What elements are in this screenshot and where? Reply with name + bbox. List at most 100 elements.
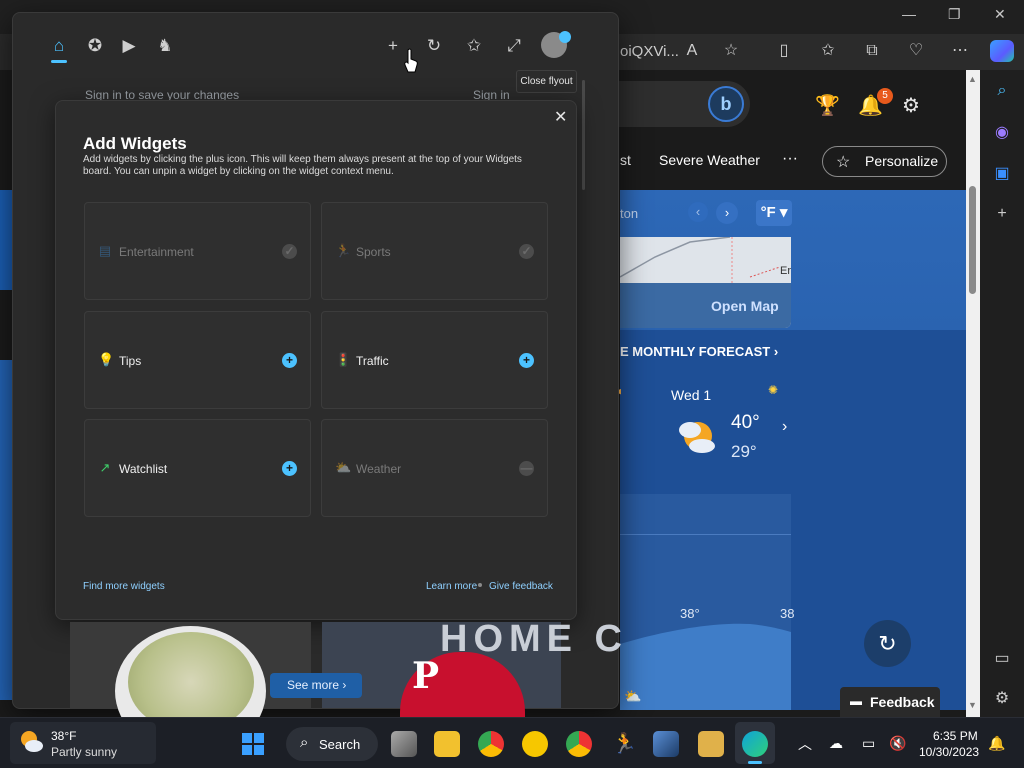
see-more-button[interactable]: See more › (270, 673, 362, 698)
scrollbar-thumb[interactable] (969, 186, 976, 294)
close-icon[interactable]: ✕ (554, 107, 567, 127)
widget-added-button: — (519, 461, 534, 476)
watchlist-icon: ↗ (99, 460, 111, 475)
home-icon[interactable]: ⌂ (48, 36, 70, 56)
find-more-widgets-link[interactable]: Find more widgets (83, 581, 165, 592)
tips-icon: 💡 (98, 352, 115, 367)
read-aloud-icon[interactable]: A (683, 42, 701, 60)
address-bar-url[interactable]: oiQXVi... (620, 43, 679, 60)
chevron-right-icon[interactable]: › (716, 202, 738, 224)
search-icon[interactable]: ⌕ (992, 82, 1012, 102)
widget-added-button: ✓ (282, 244, 297, 259)
nav-item-partial[interactable]: st (620, 152, 631, 168)
performance-icon[interactable]: ♡ (907, 42, 925, 60)
close-window-button[interactable]: ✕ (994, 6, 1006, 23)
split-screen-icon[interactable]: ▯ (775, 42, 793, 60)
virtualbox-icon[interactable] (653, 731, 679, 757)
flyout-scrollbar[interactable] (582, 80, 585, 190)
forecast-day: Wed 1 (671, 387, 712, 403)
cloud-icon[interactable]: ☁ (829, 735, 843, 752)
widget-card-label: Sports (356, 245, 391, 259)
learn-more-link[interactable]: Learn more (426, 581, 477, 592)
monthly-forecast-link[interactable]: E MONTHLY FORECAST › (620, 344, 778, 359)
refresh-icon[interactable]: ↻ (423, 36, 445, 56)
partly-sunny-icon (679, 422, 715, 453)
active-indicator (748, 761, 762, 764)
copilot-icon[interactable] (990, 40, 1014, 62)
add-widget-button[interactable]: + (519, 353, 534, 368)
widget-card-traffic[interactable]: 🚦 Traffic + (321, 311, 548, 409)
gear-icon[interactable]: ⚙ (902, 93, 920, 118)
refresh-button[interactable]: ↻ (864, 620, 911, 667)
forecast-high: 40° (731, 412, 760, 433)
more-icon[interactable]: ⋯ (951, 42, 969, 60)
edge-icon[interactable] (742, 731, 768, 757)
dialog-description: Add widgets by clicking the plus icon. T… (83, 154, 522, 177)
volume-muted-icon[interactable]: 🔇 (889, 735, 906, 752)
notes-app-icon[interactable] (698, 731, 724, 757)
clock-time[interactable]: 6:35 PM (933, 729, 978, 743)
dialog-title: Add Widgets (83, 134, 187, 153)
page-scrollbar[interactable] (966, 70, 980, 717)
widget-card-watchlist[interactable]: ↗ Watchlist + (84, 419, 311, 517)
widget-card-label: Weather (356, 462, 402, 476)
scroll-down-icon[interactable]: ▼ (968, 700, 977, 710)
scroll-up-icon[interactable]: ▲ (968, 74, 977, 84)
widget-card-label: Watchlist (119, 462, 168, 476)
traffic-icon: 🚦 (335, 352, 352, 367)
gear-icon[interactable]: ⚙ (992, 688, 1012, 708)
file-explorer-icon[interactable] (434, 731, 460, 757)
restore-button[interactable]: ❐ (948, 6, 961, 23)
temperature-chart (620, 494, 791, 710)
entertainment-icon: ▤ (98, 243, 112, 258)
temperature-unit-select[interactable]: °F ▾ (756, 200, 792, 226)
chevron-left-icon[interactable]: ‹ (688, 202, 708, 222)
chrome-canary-icon[interactable] (522, 731, 548, 757)
minimize-button[interactable]: — (902, 6, 916, 22)
give-feedback-link[interactable]: Give feedback (489, 581, 553, 592)
pin-icon[interactable]: ✩ (463, 36, 485, 56)
add-icon[interactable]: + (992, 205, 1012, 225)
sidebar-toggle-icon[interactable]: ▭ (992, 648, 1012, 668)
add-widget-button[interactable]: + (282, 353, 297, 368)
chart-gridline (620, 534, 791, 535)
task-view-icon[interactable] (391, 731, 417, 757)
widget-card-label: Tips (119, 354, 142, 368)
widget-added-button: ✓ (519, 244, 534, 259)
notification-bell-icon[interactable]: 🔔 (988, 735, 1005, 752)
widget-card-entertainment: ▤ Entertainment ✓ (84, 202, 311, 300)
chrome-dev-icon[interactable] (566, 731, 592, 757)
windows-start-icon[interactable] (242, 733, 264, 755)
avatar-badge (559, 31, 571, 43)
chrome-icon[interactable] (478, 731, 504, 757)
chevron-up-icon[interactable]: ︿ (798, 734, 812, 754)
play-icon[interactable]: ▶ (118, 36, 140, 56)
personalize-icon: ☆ (836, 154, 851, 171)
collections-icon[interactable]: ⧉ (863, 42, 881, 60)
bing-icon[interactable]: b (708, 86, 744, 122)
home-tab-indicator (51, 60, 67, 63)
display-icon[interactable]: ▭ (862, 735, 875, 752)
nav-item-severe-weather[interactable]: Severe Weather (659, 152, 760, 168)
location-name: ton (620, 206, 639, 221)
favorites-widget-icon[interactable]: ✪ (84, 36, 106, 56)
favorites-icon[interactable]: ✩ (819, 42, 837, 60)
chevron-right-icon[interactable]: › (782, 418, 787, 436)
expand-icon[interactable]: ⤢ (503, 36, 525, 56)
favorite-star-icon[interactable]: ☆ (722, 42, 740, 60)
weather-icon: ⛅ (335, 460, 352, 475)
game-icon[interactable]: ♞ (154, 36, 176, 56)
copilot-sidebar-icon[interactable]: ◉ (992, 122, 1012, 142)
clock-date[interactable]: 10/30/2023 (919, 745, 979, 759)
nav-more-button[interactable]: ··· (782, 150, 798, 168)
add-widget-icon[interactable]: + (382, 36, 404, 56)
outlook-icon[interactable]: ▣ (992, 163, 1012, 183)
add-widget-button[interactable]: + (282, 461, 297, 476)
link-separator (478, 583, 482, 587)
rewards-icon[interactable]: 🏆 (815, 93, 840, 118)
open-map-link[interactable]: Open Map (711, 298, 779, 314)
widget-card-label: Traffic (356, 354, 389, 368)
widget-card-tips[interactable]: 💡 Tips + (84, 311, 311, 409)
widget-card-label: Entertainment (119, 245, 194, 259)
running-person-icon[interactable]: 🏃 (612, 731, 637, 756)
